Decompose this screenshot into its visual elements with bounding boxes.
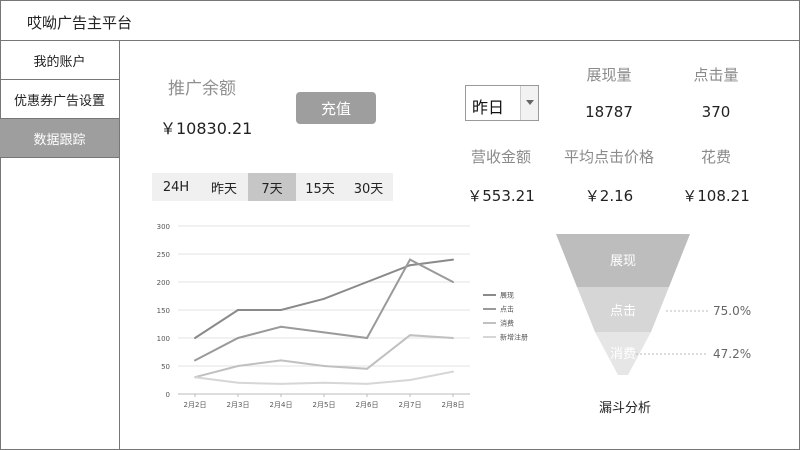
x-tick-label: 2月3日 bbox=[227, 401, 250, 409]
spend-value: ￥108.21 bbox=[682, 187, 750, 205]
balance-label: 推广余额 bbox=[168, 79, 236, 99]
x-tick-label: 2月5日 bbox=[313, 401, 336, 409]
clicks-label: 点击量 bbox=[693, 66, 739, 84]
data-point bbox=[366, 367, 368, 370]
sidebar-item-my-account[interactable]: 我的账户 bbox=[0, 41, 119, 80]
spend-label: 花费 bbox=[700, 148, 731, 166]
data-point bbox=[237, 381, 239, 384]
balance-value: ￥10830.21 bbox=[160, 119, 253, 138]
impressions-value: 18787 bbox=[585, 103, 633, 121]
data-point bbox=[409, 264, 411, 267]
data-point bbox=[280, 382, 282, 385]
funnel-title: 漏斗分析 bbox=[598, 401, 651, 416]
tab-24h[interactable]: 24H bbox=[152, 173, 200, 201]
data-point bbox=[409, 334, 411, 337]
data-point bbox=[452, 281, 454, 283]
funnel-stage-label-3: 消费 bbox=[610, 347, 636, 362]
clicks-value: 370 bbox=[701, 103, 731, 121]
chevron-down-icon[interactable] bbox=[520, 86, 538, 120]
sidebar: 我的账户 优惠券广告设置 数据跟踪 bbox=[0, 41, 120, 450]
sidebar-item-data-tracking[interactable]: 数据跟踪 bbox=[0, 119, 119, 158]
x-tick-label: 2月8日 bbox=[442, 401, 465, 409]
data-point bbox=[194, 337, 196, 339]
data-point bbox=[323, 381, 325, 384]
data-point bbox=[237, 337, 239, 339]
avg-click-price-value: ￥2.16 bbox=[584, 187, 634, 205]
tab-15-days[interactable]: 15天 bbox=[296, 173, 344, 201]
data-point bbox=[452, 370, 454, 373]
date-range-select[interactable]: 昨日 bbox=[465, 85, 539, 121]
data-point bbox=[237, 309, 239, 311]
data-point bbox=[280, 309, 282, 311]
app-title: 哎呦广告主平台 bbox=[27, 14, 133, 32]
recharge-button[interactable]: 充值 bbox=[296, 92, 376, 124]
data-point bbox=[194, 359, 196, 362]
y-tick-label: 200 bbox=[157, 279, 170, 287]
data-point bbox=[323, 365, 325, 367]
spend-rate: 47.2% bbox=[713, 347, 752, 361]
y-tick-label: 300 bbox=[157, 223, 170, 231]
trend-line-chart: 0 50 100 150 200 250 300 2月2日 2月3日 2月4日 2月5日 2月6日 2月… bbox=[157, 223, 528, 409]
tab-30-days[interactable]: 30天 bbox=[344, 173, 393, 201]
y-tick-label: 50 bbox=[161, 363, 170, 371]
data-point bbox=[323, 331, 325, 334]
revenue-label: 营收金额 bbox=[470, 148, 531, 166]
click-rate: 75.0% bbox=[713, 304, 752, 318]
data-point bbox=[409, 258, 411, 261]
y-tick-label: 150 bbox=[157, 307, 170, 315]
time-range-tabs: 24H 昨天 7天 15天 30天 bbox=[152, 173, 393, 201]
x-tick-label: 2月2日 bbox=[184, 401, 207, 409]
sidebar-item-coupon-ad-settings[interactable]: 优惠券广告设置 bbox=[0, 80, 119, 119]
data-point bbox=[237, 365, 239, 367]
data-point bbox=[323, 297, 325, 300]
tab-yesterday[interactable]: 昨天 bbox=[200, 173, 248, 201]
funnel-stage-label-2: 点击 bbox=[610, 304, 636, 319]
y-tick-label: 100 bbox=[157, 335, 170, 343]
legend-label-3: 消费 bbox=[500, 319, 514, 328]
legend-label-2: 点击 bbox=[500, 305, 514, 314]
data-point bbox=[409, 379, 411, 381]
avg-click-price-label: 平均点击价格 bbox=[563, 148, 654, 166]
funnel-stage-label-1: 展现 bbox=[610, 254, 636, 269]
data-point bbox=[452, 258, 454, 261]
x-tick-label: 2月6日 bbox=[356, 401, 379, 409]
legend-label-4: 新增注册 bbox=[500, 333, 528, 342]
data-point bbox=[194, 376, 196, 379]
revenue-value: ￥553.21 bbox=[467, 187, 535, 205]
date-select-value: 昨日 bbox=[472, 98, 505, 117]
series-line-3 bbox=[194, 334, 454, 379]
x-tick-label: 2月7日 bbox=[399, 401, 422, 409]
data-point bbox=[452, 337, 454, 339]
y-tick-label: 0 bbox=[166, 391, 170, 399]
impressions-label: 展现量 bbox=[586, 66, 632, 84]
x-tick-label: 2月4日 bbox=[270, 401, 293, 409]
header: 哎呦广告主平台 bbox=[0, 0, 800, 41]
data-point bbox=[280, 325, 282, 328]
data-point bbox=[280, 359, 282, 362]
data-point bbox=[366, 281, 368, 283]
legend-label-1: 展现 bbox=[500, 292, 514, 300]
data-point bbox=[366, 382, 368, 385]
data-point bbox=[366, 337, 368, 339]
tab-7-days[interactable]: 7天 bbox=[248, 173, 296, 201]
y-tick-label: 250 bbox=[157, 251, 170, 259]
